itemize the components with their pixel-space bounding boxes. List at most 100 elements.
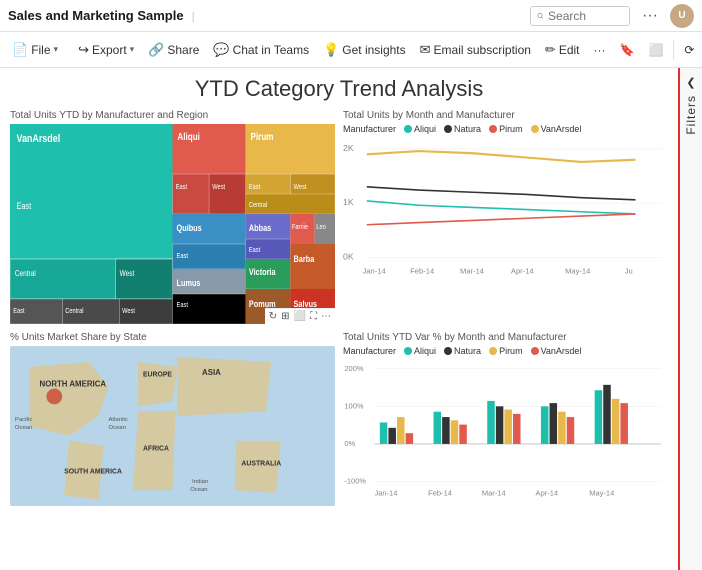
svg-text:Central: Central — [65, 308, 83, 316]
search-box[interactable] — [530, 6, 630, 26]
svg-text:East: East — [176, 184, 188, 192]
email-subscription-button[interactable]: ✉ Email subscription — [414, 39, 537, 61]
svg-text:100%: 100% — [344, 401, 364, 410]
charts-grid: Total Units YTD by Manufacturer and Regi… — [10, 110, 668, 508]
edit-label: Edit — [559, 43, 580, 57]
teams-icon: 💬 — [213, 42, 229, 58]
treemap-svg: VanArsdel East Central West Natura East — [10, 124, 335, 324]
treemap-refresh-icon[interactable]: ↻ — [269, 311, 277, 322]
svg-text:Apr-14: Apr-14 — [536, 488, 559, 497]
svg-text:Central: Central — [15, 268, 36, 278]
toolbar-more-icon: ··· — [594, 43, 606, 57]
export-button[interactable]: ↪ Export ▾ — [72, 39, 140, 61]
svg-text:Mar-14: Mar-14 — [460, 267, 484, 276]
search-input[interactable] — [548, 9, 623, 23]
map-svg: NORTH AMERICA EUROPE ASIA AFRICA SOUTH A… — [10, 346, 335, 506]
filters-panel[interactable]: ❮ Filters — [678, 68, 702, 570]
bar-legend-vanarsdel: VanArsdel — [531, 346, 582, 356]
svg-text:Abbas: Abbas — [249, 223, 272, 233]
chat-label: Chat in Teams — [233, 43, 309, 57]
toolbar: 📄 File ▾ ↪ Export ▾ 🔗 Share 💬 Chat in Te… — [0, 32, 702, 68]
treemap-layout-icon[interactable]: ⬜ — [294, 311, 306, 322]
bar-chart[interactable]: 200% 100% 0% -100% — [343, 358, 668, 508]
map-chart[interactable]: NORTH AMERICA EUROPE ASIA AFRICA SOUTH A… — [10, 346, 335, 506]
svg-text:East: East — [177, 302, 189, 310]
edit-button[interactable]: ✏ Edit — [539, 39, 586, 61]
bar-chart-svg: 200% 100% 0% -100% — [343, 358, 668, 503]
svg-text:Quibus: Quibus — [177, 223, 203, 233]
share-label: Share — [167, 43, 199, 57]
user-avatar[interactable]: U — [670, 4, 694, 28]
svg-text:200%: 200% — [344, 364, 364, 373]
chat-in-teams-button[interactable]: 💬 Chat in Teams — [207, 39, 315, 61]
treemap-more-icon[interactable]: ⋯ — [321, 311, 331, 322]
svg-text:May-14: May-14 — [589, 488, 614, 497]
layout-button[interactable]: ⬜ — [642, 40, 669, 60]
svg-text:Lumus: Lumus — [177, 278, 201, 288]
svg-text:East: East — [13, 308, 25, 316]
legend-natura: Natura — [444, 124, 481, 134]
svg-text:Farriie: Farriie — [292, 224, 308, 232]
export-chevron: ▾ — [130, 44, 135, 55]
bar-legend-manufacturer: Manufacturer — [343, 346, 396, 356]
svg-text:Ju: Ju — [625, 267, 633, 276]
svg-text:Pirum: Pirum — [251, 131, 274, 142]
svg-text:VanArsdel: VanArsdel — [17, 133, 61, 145]
svg-text:2K: 2K — [343, 143, 354, 153]
svg-text:Atlantic: Atlantic — [108, 417, 127, 423]
bar-chart-label: Total Units YTD Var % by Month and Manuf… — [343, 332, 668, 343]
insights-label: Get insights — [342, 43, 405, 57]
svg-text:May-14: May-14 — [565, 267, 590, 276]
file-button[interactable]: 📄 File ▾ — [6, 39, 64, 61]
share-icon: 🔗 — [148, 42, 164, 58]
svg-text:Leo: Leo — [316, 224, 326, 232]
svg-text:West: West — [120, 268, 135, 278]
file-icon: 📄 — [12, 42, 28, 58]
treemap-section: Total Units YTD by Manufacturer and Regi… — [10, 110, 335, 324]
more-options-button[interactable]: ··· — [638, 7, 662, 25]
svg-text:East: East — [17, 201, 32, 211]
line-chart-legend: Manufacturer Aliqui Natura Pirum VanArsd… — [343, 124, 668, 134]
map-label: % Units Market Share by State — [10, 332, 335, 343]
report-title-bar: Sales and Marketing Sample — [8, 8, 184, 23]
svg-text:Apr-14: Apr-14 — [511, 267, 534, 276]
svg-text:EUROPE: EUROPE — [143, 372, 172, 379]
export-icon: ↪ — [78, 42, 89, 58]
svg-text:Feb-14: Feb-14 — [428, 488, 452, 497]
treemap-expand-icon[interactable]: ⛶ — [310, 311, 317, 322]
treemap-grid-icon[interactable]: ⊞ — [281, 311, 289, 322]
svg-text:Feb-14: Feb-14 — [410, 267, 434, 276]
legend-aliqui: Aliqui — [404, 124, 436, 134]
svg-text:Pacific: Pacific — [15, 417, 32, 423]
svg-text:Central: Central — [249, 202, 267, 210]
file-chevron: ▾ — [54, 44, 59, 55]
svg-text:Ocean: Ocean — [190, 487, 207, 493]
bar-legend-natura: Natura — [444, 346, 481, 356]
content-area: YTD Category Trend Analysis Total Units … — [0, 68, 678, 570]
map-section: % Units Market Share by State — [10, 332, 335, 508]
svg-text:AFRICA: AFRICA — [143, 446, 169, 453]
bar-legend-pirum: Pirum — [489, 346, 523, 356]
share-button[interactable]: 🔗 Share — [142, 39, 205, 61]
line-chart-section: Total Units by Month and Manufacturer Ma… — [343, 110, 668, 324]
treemap-chart[interactable]: VanArsdel East Central West Natura East — [10, 124, 335, 324]
svg-text:Ocean: Ocean — [108, 425, 125, 431]
export-label: Export — [92, 43, 127, 57]
edit-icon: ✏ — [545, 42, 556, 58]
svg-text:Indian: Indian — [192, 479, 208, 485]
toolbar-sep-2 — [673, 40, 674, 60]
line-chart[interactable]: 2K 1K 0K — [343, 136, 668, 296]
legend-pirum: Pirum — [489, 124, 523, 134]
svg-text:Ocean: Ocean — [15, 425, 32, 431]
toolbar-more-button[interactable]: ··· — [588, 40, 612, 60]
svg-text:West: West — [294, 184, 307, 192]
refresh-button[interactable]: ⟳ — [678, 40, 700, 60]
get-insights-button[interactable]: 💡 Get insights — [317, 39, 412, 61]
svg-text:AUSTRALIA: AUSTRALIA — [241, 460, 281, 467]
svg-text:0%: 0% — [344, 439, 355, 448]
svg-text:-100%: -100% — [344, 477, 366, 486]
svg-text:Jan-14: Jan-14 — [374, 488, 397, 497]
svg-text:ASIA: ASIA — [202, 368, 221, 377]
bookmark-button[interactable]: 🔖 — [614, 40, 641, 60]
search-icon — [537, 10, 544, 22]
